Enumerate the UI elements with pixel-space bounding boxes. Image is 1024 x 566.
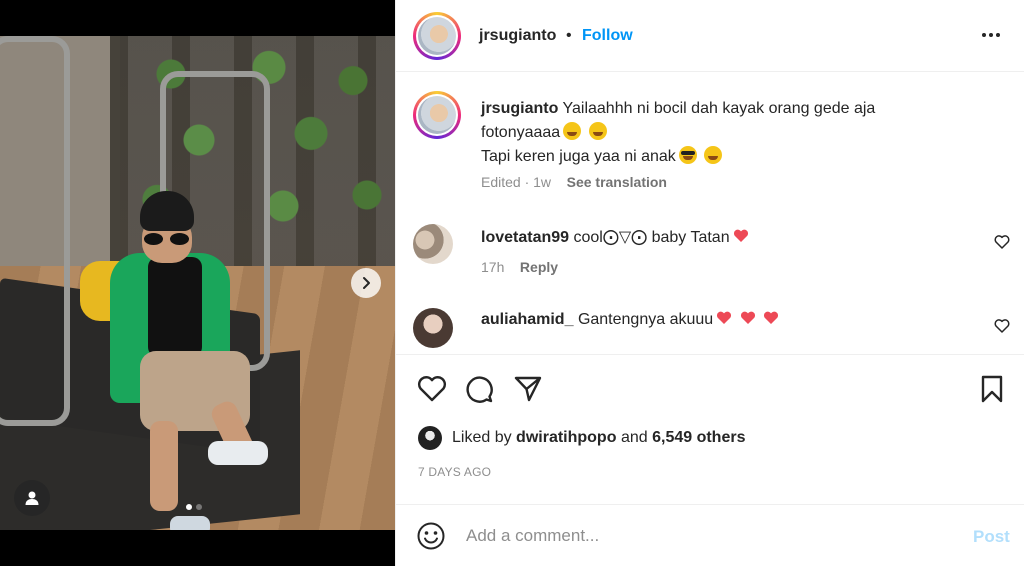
- commenter-avatar[interactable]: [413, 308, 453, 348]
- comment-item: lovetatan99 cool⨀▽⨀ baby Tatan: [481, 227, 749, 247]
- rofl-emoji-icon: [588, 122, 607, 140]
- post-header: jrsugianto • Follow: [396, 0, 1024, 72]
- author-username[interactable]: jrsugianto: [479, 27, 556, 45]
- post-actions-bar: [396, 354, 1024, 420]
- caption-line-1: Yailaahhh ni bocil dah kayak orang gede …: [562, 100, 876, 117]
- sunglasses-emoji-icon: [678, 146, 697, 164]
- laughing-emoji-icon: [704, 146, 723, 164]
- red-heart-emoji-icon: [717, 311, 732, 324]
- post-side-panel: jrsugianto • Follow jrsugianto Yailaahhh…: [395, 0, 1024, 566]
- photo-subject: [80, 191, 280, 530]
- likes-conj: and: [620, 429, 648, 446]
- commenter-avatar[interactable]: [413, 224, 453, 264]
- commenter-username[interactable]: auliahamid_: [481, 311, 573, 328]
- carousel-dot: [196, 504, 202, 510]
- chevron-right-icon: [363, 277, 370, 289]
- comment-composer: Post: [396, 504, 1024, 566]
- post-media: [0, 0, 395, 566]
- caption-username[interactable]: jrsugianto: [481, 100, 558, 117]
- post-caption: jrsugianto Yailaahhh ni bocil dah kayak …: [481, 97, 1001, 169]
- emoji-smile-icon[interactable]: [416, 521, 446, 551]
- caption-author-avatar[interactable]: [413, 91, 461, 139]
- see-translation-link[interactable]: See translation: [567, 174, 667, 190]
- like-comment-heart-icon[interactable]: [994, 234, 1010, 250]
- caption-meta: Edited · 1w See translation: [481, 174, 667, 190]
- comment-text: cool⨀▽⨀ baby Tatan: [573, 229, 730, 246]
- post-timestamp: 7 DAYS AGO: [418, 465, 492, 479]
- likes-summary: Liked by dwiratihpopo and 6,549 others: [418, 424, 745, 452]
- more-options-icon[interactable]: [982, 33, 1000, 37]
- save-bookmark-icon[interactable]: [976, 373, 1008, 405]
- likes-others-link[interactable]: 6,549 others: [652, 429, 745, 447]
- liker-avatar[interactable]: [418, 426, 442, 450]
- tagged-users-button[interactable]: [14, 480, 50, 516]
- reply-button[interactable]: Reply: [520, 259, 558, 275]
- comment-item: auliahamid_ Gantengnya akuuu: [481, 311, 779, 329]
- red-heart-emoji-icon: [764, 311, 779, 324]
- like-heart-icon[interactable]: [416, 373, 448, 405]
- caption-line-2: fotonyaaaa: [481, 124, 561, 141]
- author-avatar[interactable]: [413, 12, 461, 60]
- rofl-emoji-icon: [563, 122, 582, 140]
- user-icon: [25, 491, 39, 505]
- carousel-indicator: [186, 504, 202, 510]
- instagram-post-view: jrsugianto • Follow jrsugianto Yailaahhh…: [0, 0, 1024, 566]
- follow-button[interactable]: Follow: [582, 27, 633, 45]
- likes-prefix: Liked by: [452, 429, 512, 446]
- share-paper-plane-icon[interactable]: [512, 373, 544, 405]
- post-photo[interactable]: [0, 36, 395, 530]
- carousel-next-button[interactable]: [351, 268, 381, 298]
- comment-text: Gantengnya akuuu: [577, 311, 714, 328]
- caption-line-3: Tapi keren juga yaa ni anak: [481, 148, 676, 165]
- separator-dot: •: [566, 27, 572, 44]
- comment-meta: 17h Reply: [481, 259, 558, 275]
- comment-time: 17h: [481, 259, 505, 275]
- like-comment-heart-icon[interactable]: [994, 318, 1010, 334]
- carousel-dot-active: [186, 504, 192, 510]
- commenter-username[interactable]: lovetatan99: [481, 229, 569, 246]
- caption-edited-time: Edited · 1w: [481, 174, 552, 190]
- red-heart-emoji-icon: [740, 311, 755, 324]
- photo-cart-rail: [0, 36, 70, 426]
- comment-bubble-icon[interactable]: [463, 373, 495, 405]
- comments-section[interactable]: jrsugianto Yailaahhh ni bocil dah kayak …: [396, 73, 1024, 353]
- post-comment-button[interactable]: Post: [973, 527, 1010, 547]
- red-heart-emoji-icon: [733, 229, 748, 242]
- liker-username[interactable]: dwiratihpopo: [516, 429, 616, 447]
- comment-input[interactable]: [466, 523, 946, 549]
